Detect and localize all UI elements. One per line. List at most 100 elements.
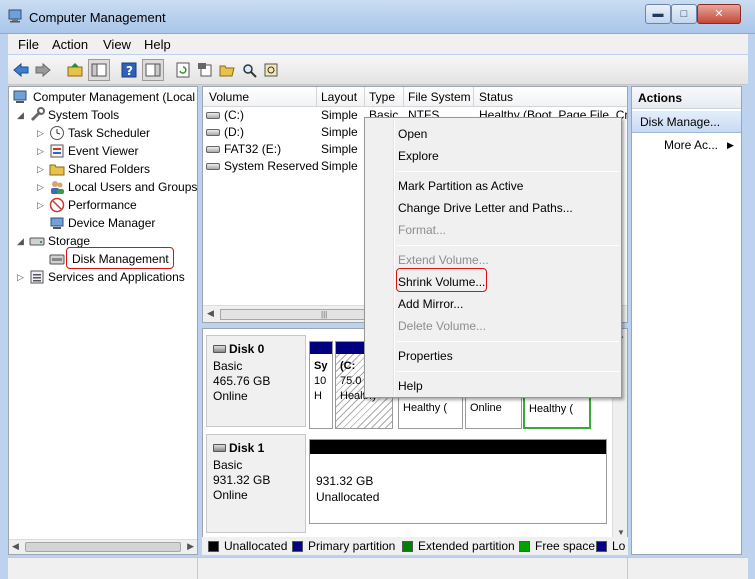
disk-icon	[213, 444, 226, 452]
menu-view[interactable]: View	[103, 37, 131, 52]
volume-layout: Simple	[321, 142, 358, 156]
scroll-right-icon[interactable]: ▶	[187, 541, 194, 552]
computer-management-icon	[8, 9, 22, 23]
expand-arrow-icon[interactable]: ▷	[37, 128, 45, 138]
menu-item-properties[interactable]: Properties	[398, 349, 453, 363]
column-header-volume[interactable]: Volume	[209, 90, 249, 104]
title-bar: Computer Management ▬ □ ✕	[0, 0, 755, 34]
users-icon	[51, 181, 64, 194]
show-hide-action-pane-icon[interactable]	[142, 59, 164, 81]
partition-unallocated[interactable]: 931.32 GB Unallocated	[309, 439, 607, 524]
up-folder-icon[interactable]	[64, 59, 86, 81]
scroll-down-icon[interactable]: ▼	[617, 528, 625, 537]
scrollbar-thumb[interactable]	[25, 542, 181, 552]
disk-1-label[interactable]: Disk 1 Basic 931.32 GB Online	[206, 434, 306, 533]
clock-icon	[50, 126, 64, 140]
menu-item-change-drive-letter[interactable]: Change Drive Letter and Paths...	[398, 201, 573, 215]
services-icon	[30, 270, 44, 284]
open-folder-icon[interactable]	[216, 59, 238, 81]
menu-item-open[interactable]: Open	[398, 127, 427, 141]
drive-icon	[206, 146, 220, 153]
menu-item-extend-volume: Extend Volume...	[398, 253, 489, 267]
expand-arrow-icon[interactable]: ▷	[37, 146, 45, 156]
volume-name: System Reserved	[224, 159, 319, 173]
help-icon[interactable]: ?	[118, 59, 140, 81]
back-icon[interactable]	[10, 59, 32, 81]
performance-icon	[49, 197, 65, 213]
show-hide-tree-icon[interactable]	[88, 59, 110, 81]
disk-state: Online	[213, 389, 248, 403]
column-header-type[interactable]: Type	[369, 90, 395, 104]
menu-separator	[397, 171, 619, 172]
disk-size: 465.76 GB	[213, 374, 271, 388]
actions-group-disk-management[interactable]: Disk Manage...	[632, 111, 741, 133]
column-header-status[interactable]: Status	[479, 90, 513, 104]
highlight-annotation	[396, 268, 487, 292]
menu-separator	[397, 245, 619, 246]
tree-label: Device Manager	[68, 216, 156, 230]
actions-pane: Actions Disk Manage... More Ac... ▶	[631, 86, 742, 555]
properties-icon[interactable]	[194, 59, 216, 81]
window-title: Computer Management	[29, 10, 166, 25]
actions-header: Actions	[632, 87, 741, 109]
partition-system-reserved[interactable]: Sy 10 H	[309, 341, 333, 429]
highlight-annotation	[66, 247, 174, 269]
drive-icon	[206, 129, 220, 136]
submenu-arrow-icon[interactable]: ▶	[727, 140, 734, 151]
properties-sheet-icon[interactable]	[260, 59, 282, 81]
partition-size: 931.32 GB	[316, 474, 374, 488]
partition-size: 75.0	[340, 375, 362, 387]
expand-arrow-icon[interactable]: ▷	[37, 200, 45, 210]
tree-label: Shared Folders	[68, 162, 151, 176]
tree-label: Services and Applications	[48, 270, 185, 284]
disk-name: Disk 0	[229, 342, 265, 356]
expand-arrow-icon[interactable]: ▷	[37, 182, 45, 192]
disk-type: Basic	[213, 359, 243, 373]
tree-label: Event Viewer	[68, 144, 139, 158]
volume-layout: Simple	[321, 108, 358, 122]
refresh-icon[interactable]	[172, 59, 194, 81]
menu-help[interactable]: Help	[144, 37, 171, 52]
partition-status: Healthy (	[403, 402, 448, 414]
device-manager-icon	[50, 217, 64, 229]
search-disk-icon[interactable]	[238, 59, 260, 81]
collapse-arrow-icon[interactable]: ◢	[17, 110, 25, 120]
disk-name: Disk 1	[229, 441, 265, 455]
context-menu: Open Explore Mark Partition as Active Ch…	[364, 117, 622, 398]
menu-item-explore[interactable]: Explore	[398, 149, 439, 163]
scroll-left-icon[interactable]: ◀	[207, 308, 214, 319]
expand-arrow-icon[interactable]: ▷	[37, 164, 45, 174]
actions-group-label: Disk Manage...	[640, 115, 721, 129]
collapse-arrow-icon[interactable]: ◢	[17, 236, 25, 246]
tree-label: Storage	[48, 234, 91, 248]
tree-label: Performance	[68, 198, 137, 212]
forward-icon[interactable]	[32, 59, 54, 81]
tree-horizontal-scrollbar[interactable]: ◀ ▶	[9, 539, 197, 554]
minimize-button[interactable]: ▬	[645, 4, 671, 24]
maximize-button[interactable]: □	[671, 4, 697, 24]
more-actions-link[interactable]: More Ac...	[664, 138, 718, 152]
menu-item-mark-active[interactable]: Mark Partition as Active	[398, 179, 523, 193]
expand-arrow-icon[interactable]: ▷	[17, 272, 25, 282]
close-button[interactable]: ✕	[697, 4, 741, 24]
disk-0-label[interactable]: Disk 0 Basic 465.76 GB Online	[206, 335, 306, 427]
legend: Unallocated Primary partition Extended p…	[202, 537, 628, 555]
menu-item-delete-volume: Delete Volume...	[398, 319, 487, 333]
menu-separator	[397, 371, 619, 372]
volume-name: (C:)	[224, 108, 244, 122]
storage-icon	[29, 237, 45, 246]
disk-state: Online	[213, 488, 248, 502]
scroll-left-icon[interactable]: ◀	[12, 541, 19, 552]
menu-item-add-mirror[interactable]: Add Mirror...	[398, 297, 463, 311]
actions-title: Actions	[638, 91, 683, 105]
menu-action[interactable]: Action	[52, 37, 88, 52]
column-header-layout[interactable]: Layout	[321, 90, 357, 104]
menu-item-help[interactable]: Help	[398, 379, 423, 393]
shared-folder-icon	[49, 164, 65, 176]
disk-icon	[213, 345, 226, 353]
partition-label: (C:	[340, 360, 356, 372]
menu-file[interactable]: File	[18, 37, 39, 52]
column-header-file-system[interactable]: File System	[408, 90, 471, 104]
disk-size: 931.32 GB	[213, 473, 271, 487]
toolbar: ?	[8, 55, 748, 85]
